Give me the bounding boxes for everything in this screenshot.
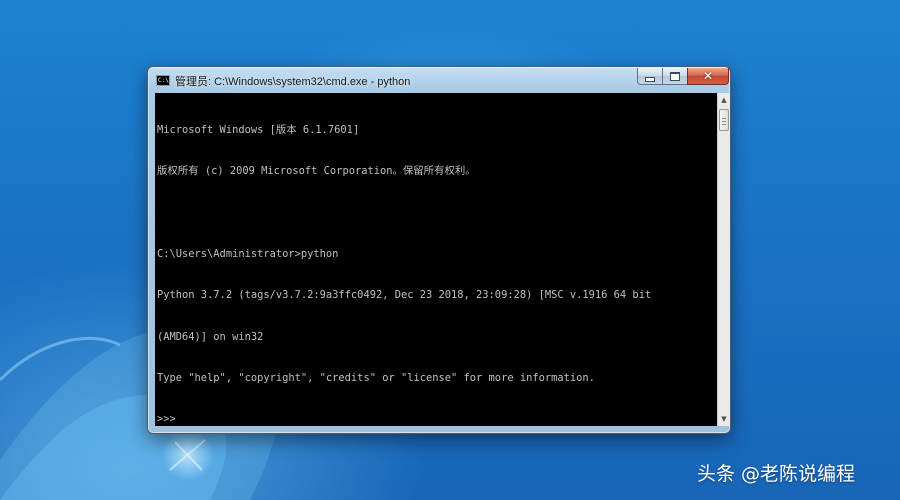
scroll-thumb[interactable] [719, 109, 729, 131]
close-icon: ✕ [702, 69, 714, 83]
scroll-up-button[interactable]: ▲ [718, 93, 730, 107]
console-line: (AMD64)] on win32 [157, 330, 264, 343]
maximize-icon [670, 71, 680, 81]
minimize-button[interactable] [637, 68, 663, 85]
watermark-text: 头条 @老陈说编程 [697, 463, 856, 485]
title-bar[interactable]: C:\ 管理员: C:\Windows\system32\cmd.exe - p… [148, 67, 730, 93]
minimize-icon [645, 77, 655, 82]
grip-icon [722, 118, 726, 125]
console-line: Type "help", "copyright", "credits" or "… [157, 371, 595, 384]
arrow-up-icon: ▲ [721, 96, 727, 104]
console-line: C:\Users\Administrator>python [157, 247, 339, 260]
console-line: Python 3.7.2 (tags/v3.7.2:9a3ffc0492, De… [157, 289, 652, 302]
vertical-scrollbar[interactable]: ▲ ▼ [717, 93, 730, 426]
console-line: Microsoft Windows [版本 6.1.7601] [157, 123, 360, 136]
window-title: 管理员: C:\Windows\system32\cmd.exe - pytho… [175, 76, 411, 88]
cmd-icon[interactable]: C:\ [156, 75, 170, 86]
maximize-button[interactable] [662, 68, 688, 85]
console-line: 版权所有 (c) 2009 Microsoft Corporation。保留所有… [157, 164, 476, 177]
python-prompt[interactable]: >>> [157, 413, 717, 426]
cmd-window[interactable]: C:\ 管理员: C:\Windows\system32\cmd.exe - p… [147, 66, 731, 434]
arrow-down-icon: ▼ [721, 415, 727, 423]
scroll-down-button[interactable]: ▼ [718, 412, 730, 426]
close-button[interactable]: ✕ [687, 68, 729, 85]
console-output[interactable]: Microsoft Windows [版本 6.1.7601] 版权所有 (c)… [155, 93, 717, 426]
